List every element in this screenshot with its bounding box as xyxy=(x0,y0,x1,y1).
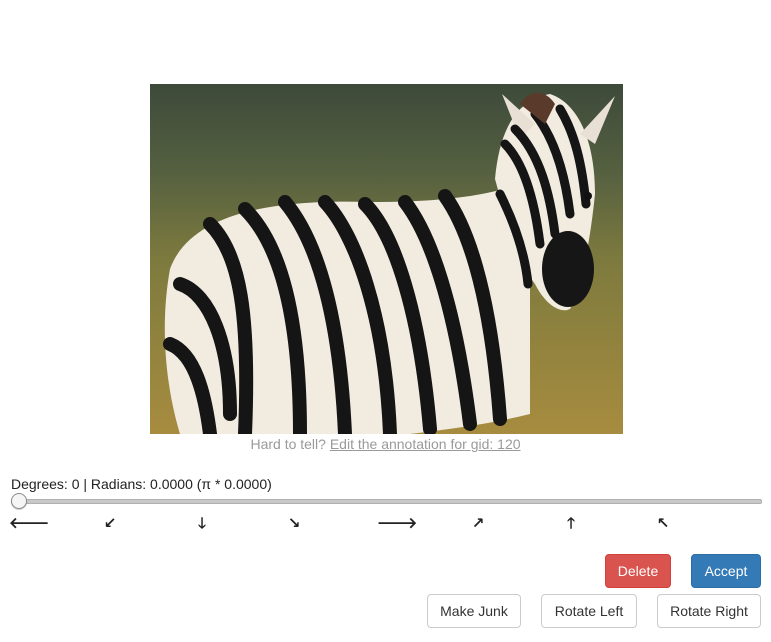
rotation-slider[interactable] xyxy=(11,493,762,509)
zebra-image xyxy=(150,84,623,434)
rotate-right-button[interactable]: Rotate Right xyxy=(657,594,761,628)
make-junk-button[interactable]: Make Junk xyxy=(427,594,521,628)
rotation-readout: Degrees: 0 | Radians: 0.0000 (π * 0.0000… xyxy=(11,476,272,492)
hint-prefix: Hard to tell? xyxy=(250,436,326,452)
rotate-left-button[interactable]: Rotate Left xyxy=(541,594,637,628)
arrow-up-icon[interactable]: 🡑 xyxy=(562,514,580,532)
arrow-down-left-icon[interactable]: ↙ xyxy=(101,514,119,532)
page: Hard to tell? Edit the annotation for gi… xyxy=(0,0,771,642)
direction-arrows: 🡐 ↙ 🡓 ↘ 🡒 ↗ 🡑 ↖ xyxy=(0,514,771,532)
arrow-up-left-icon[interactable]: ↖ xyxy=(654,514,672,532)
slider-thumb[interactable] xyxy=(11,493,27,509)
arrow-down-icon[interactable]: 🡓 xyxy=(193,514,211,532)
arrow-left-icon[interactable]: 🡐 xyxy=(9,514,49,532)
slider-track[interactable] xyxy=(11,499,762,504)
arrow-up-right-icon[interactable]: ↗ xyxy=(469,514,487,532)
delete-button[interactable]: Delete xyxy=(605,554,671,588)
accept-button[interactable]: Accept xyxy=(691,554,761,588)
arrow-right-icon[interactable]: 🡒 xyxy=(377,514,417,532)
edit-annotation-link[interactable]: Edit the annotation for gid: 120 xyxy=(330,436,521,452)
zebra-photo xyxy=(150,84,623,434)
annotation-hint: Hard to tell? Edit the annotation for gi… xyxy=(0,436,771,452)
arrow-down-right-icon[interactable]: ↘ xyxy=(285,514,303,532)
